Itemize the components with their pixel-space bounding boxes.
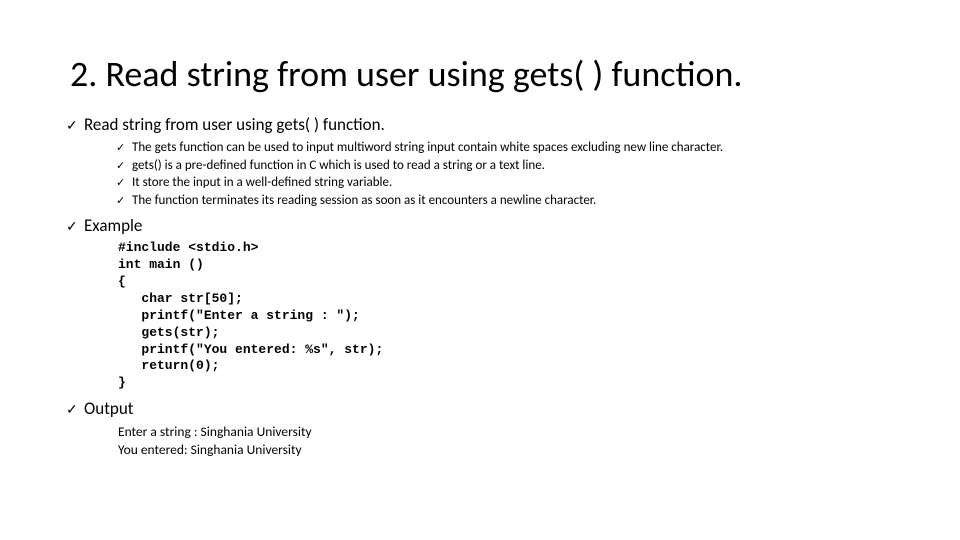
section-heading-3: Output	[70, 398, 890, 419]
section-heading-1: Read string from user using gets( ) func…	[70, 114, 890, 135]
output-line: Enter a string : Singhania University	[118, 423, 890, 441]
output-line: You entered: Singhania University	[118, 441, 890, 459]
list-item: The function terminates its reading sess…	[132, 192, 890, 210]
section-heading-2: Example	[70, 215, 890, 236]
list-item: It store the input in a well-defined str…	[132, 174, 890, 192]
slide-title: 2. Read string from user using gets( ) f…	[70, 52, 890, 96]
bullet-list-1: The gets function can be used to input m…	[70, 139, 890, 209]
output-block: Enter a string : Singhania University Yo…	[70, 423, 890, 459]
list-item: The gets function can be used to input m…	[132, 139, 890, 157]
code-block: #include <stdio.h> int main () { char st…	[70, 240, 890, 392]
list-item: gets() is a pre-defined function in C wh…	[132, 157, 890, 175]
